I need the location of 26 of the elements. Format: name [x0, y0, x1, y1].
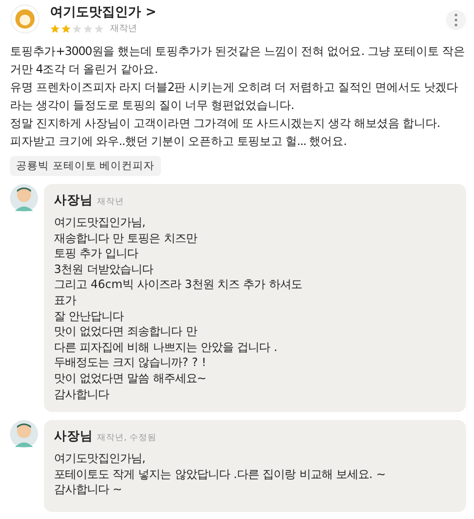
reply-time: 재작년, 수정됨 [97, 432, 156, 444]
reply-text: 맛이 없었다면 말씀 해주세요~ [54, 370, 208, 387]
reply-text: 다른 피자집에 비해 나쁘지는 안았을 겁니다 . [54, 340, 278, 356]
reply-time: 재작년 [97, 196, 124, 208]
reply-text: 잘 안난답니다 [54, 308, 125, 324]
reply-text: 감사합니다 ~ [54, 482, 124, 498]
menu-tag: 공룡빅 포테이토 베이컨피자 [10, 156, 161, 176]
reply-text: 토핑 추가 입니다 [54, 246, 140, 262]
review-text: 유명 프렌차이즈피자 라지 더블2판 시키는게 오히려 더 저렴하고 질적인 면에서도 낫겠다라는 생각이 들정도로 토핑의 질이 너무 형편없었습니다. [10, 79, 460, 114]
review-text: 정말 진지하게 사장님이 고객이라면 그가격에 또 사드시겠는지 생각 해보셨음 합니다. [10, 115, 441, 132]
review-time: 재작년 [110, 23, 137, 35]
reply-text: 감사합니다 [54, 386, 110, 402]
reply-text: 포테이토도 작게 넣지는 않았답니다 .다른 집이랑 비교해 보세요. ~ [54, 466, 387, 482]
reply-text: 여기도맛집인가님, [54, 215, 147, 231]
review-text: 피자받고 크기에 와우..했던 기분이 오픈하고 토핑보고 헐... 했어요. [10, 133, 348, 150]
review-text: 토핑추가+3000원을 했는데 토핑추가가 된것같은 느낌이 전혀 없어요. 그냥 포테이토 작은거만 4조각 더 올린거 같아요. [10, 43, 466, 78]
reply-text: 재송합니다 만 토핑은 치즈만 [54, 230, 198, 246]
reply-text: 두배정도는 크지 않습니까? ? ! [54, 355, 208, 371]
reply-text: 3천원 더받았습니다 [54, 262, 154, 278]
reply-text: 맛이 없었다면 죄송합니다 만 [54, 324, 198, 340]
reply-text: 표가 [54, 292, 78, 309]
reviewer-name[interactable]: 여기도맛집인가 > [50, 4, 436, 21]
owner-name: 사장님 [54, 192, 93, 209]
reply-text: 그리고 46cm빅 사이즈라 3천원 치즈 추가 하셔도 [54, 277, 303, 293]
owner-name: 사장님 [54, 428, 93, 446]
reply-text: 여기도맛집인가님, [54, 451, 147, 467]
